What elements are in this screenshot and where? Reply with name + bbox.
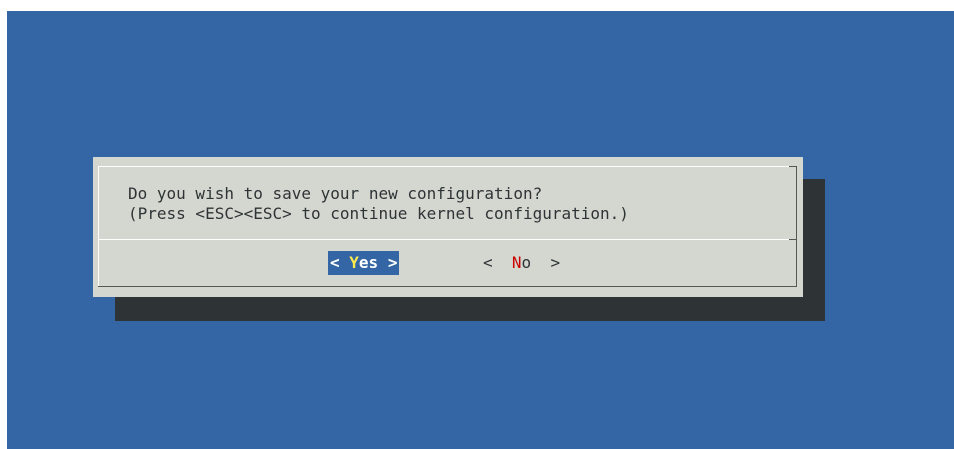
terminal-screen: Do you wish to save your new configurati… (7, 11, 954, 449)
frame-bottom (98, 286, 797, 287)
no-hotkey: N (511, 253, 522, 272)
dialog-message: Do you wish to save your new configurati… (128, 184, 629, 224)
message-line-1: Do you wish to save your new configurati… (128, 184, 543, 203)
yes-button[interactable]: < Yes > (328, 251, 400, 275)
separator-line (98, 239, 796, 240)
save-config-dialog: Do you wish to save your new configurati… (93, 157, 803, 297)
button-row: < Yes > < No > (93, 251, 803, 275)
frame-top-right-tick (789, 166, 796, 167)
frame-top (98, 166, 796, 167)
no-button[interactable]: < No > (483, 251, 560, 275)
message-line-2: (Press <ESC><ESC> to continue kernel con… (128, 204, 629, 223)
yes-hotkey: Y (349, 253, 359, 272)
separator-right-tick (789, 239, 796, 240)
